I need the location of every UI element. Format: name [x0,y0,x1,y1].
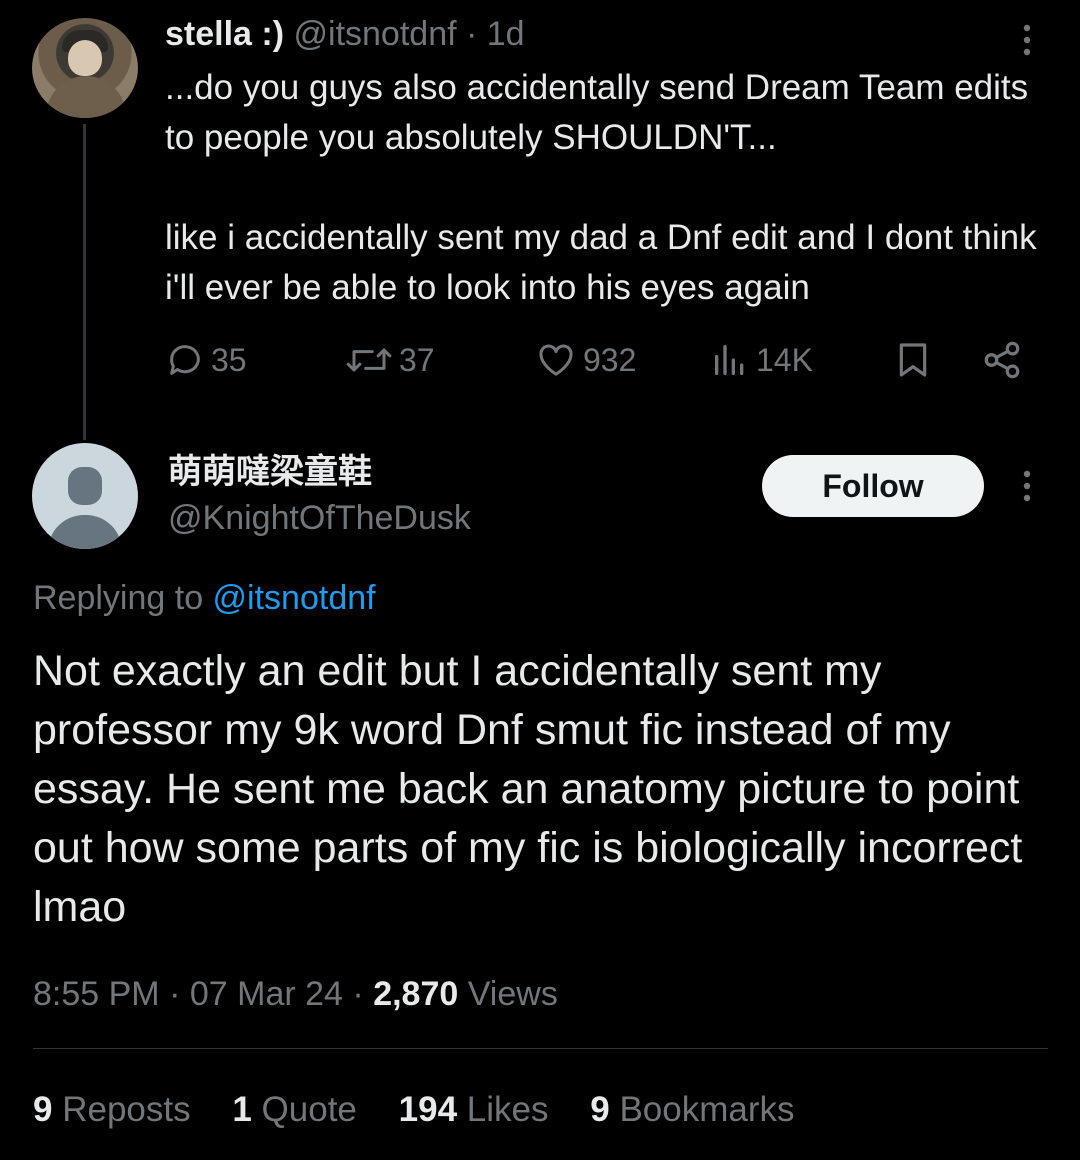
author-name[interactable]: 萌萌噠梁童鞋 [168,450,372,494]
views-button[interactable]: 14K [710,334,813,386]
like-count: 932 [583,341,637,378]
share-icon [984,341,1020,379]
share-button[interactable] [980,334,1024,386]
repost-count: 37 [399,341,435,378]
replying-prefix: Replying to [33,579,213,617]
reposts-count: 9 [33,1090,53,1129]
engagement-stats: 9 Reposts 1 Quote 194 Likes 9 Bookmarks [33,1086,827,1134]
separator-dot: · [352,975,364,1013]
views-chart-icon [715,345,744,375]
reply-button[interactable]: 35 [165,334,247,386]
quotes-count: 1 [232,1090,252,1129]
bookmarks-stat[interactable]: 9 Bookmarks [590,1090,794,1129]
bookmark-button[interactable] [893,334,933,386]
reply-icon [170,345,200,375]
more-vertical-icon [1023,470,1031,502]
tweet-age[interactable]: · 1d [466,15,525,53]
views-count: 2,870 [373,975,459,1013]
like-button[interactable]: 932 [535,334,636,386]
replying-mention-link[interactable]: @itsnotdnf [213,579,376,617]
tweet-date[interactable]: 07 Mar 24 [190,975,343,1013]
author-name[interactable]: stella :) [165,15,284,53]
quotes-stat[interactable]: 1 Quote [232,1090,357,1129]
views-count: 14K [756,341,813,378]
more-button[interactable] [1012,20,1042,60]
tweet-text: Not exactly an edit but I accidentally s… [33,647,1023,931]
repost-button[interactable]: 37 [345,334,435,386]
bookmark-icon [899,343,927,377]
quotes-label: Quote [261,1090,357,1129]
divider [33,1048,1048,1049]
tweet-meta: 8:55 PM · 07 Mar 24 · 2,870 Views [33,970,558,1018]
replying-to: Replying to @itsnotdnf [33,574,376,622]
likes-stat[interactable]: 194 Likes [399,1090,549,1129]
avatar[interactable] [32,18,138,118]
tweet-paragraph: ...do you guys also accidentally send Dr… [165,68,1029,157]
reply-count: 35 [211,341,247,378]
avatar[interactable] [32,443,138,549]
tweet-text: ...do you guys also accidentally send Dr… [165,63,1045,313]
bookmarks-count: 9 [590,1090,610,1129]
tweet-header: stella :) @itsnotdnf · 1d [165,12,525,56]
likes-label: Likes [466,1090,549,1129]
heart-icon [539,344,573,376]
separator-dot: · [169,975,181,1013]
more-button[interactable] [1012,466,1042,506]
reposts-stat[interactable]: 9 Reposts [33,1090,191,1129]
author-handle[interactable]: @itsnotdnf [294,15,457,53]
reposts-label: Reposts [62,1090,191,1129]
tweet-paragraph: like i accidentally sent my dad a Dnf ed… [165,218,1037,307]
more-vertical-icon [1023,24,1031,56]
bookmarks-label: Bookmarks [619,1090,795,1129]
tweet-time[interactable]: 8:55 PM [33,975,160,1013]
author-handle[interactable]: @KnightOfTheDusk [168,496,471,540]
thread-line [83,124,86,440]
tweet-actions: 35 37 932 14K [165,334,1045,386]
repost-icon [346,348,392,372]
views-label: Views [467,975,558,1013]
likes-count: 194 [398,1090,458,1129]
follow-button[interactable]: Follow [762,455,984,517]
